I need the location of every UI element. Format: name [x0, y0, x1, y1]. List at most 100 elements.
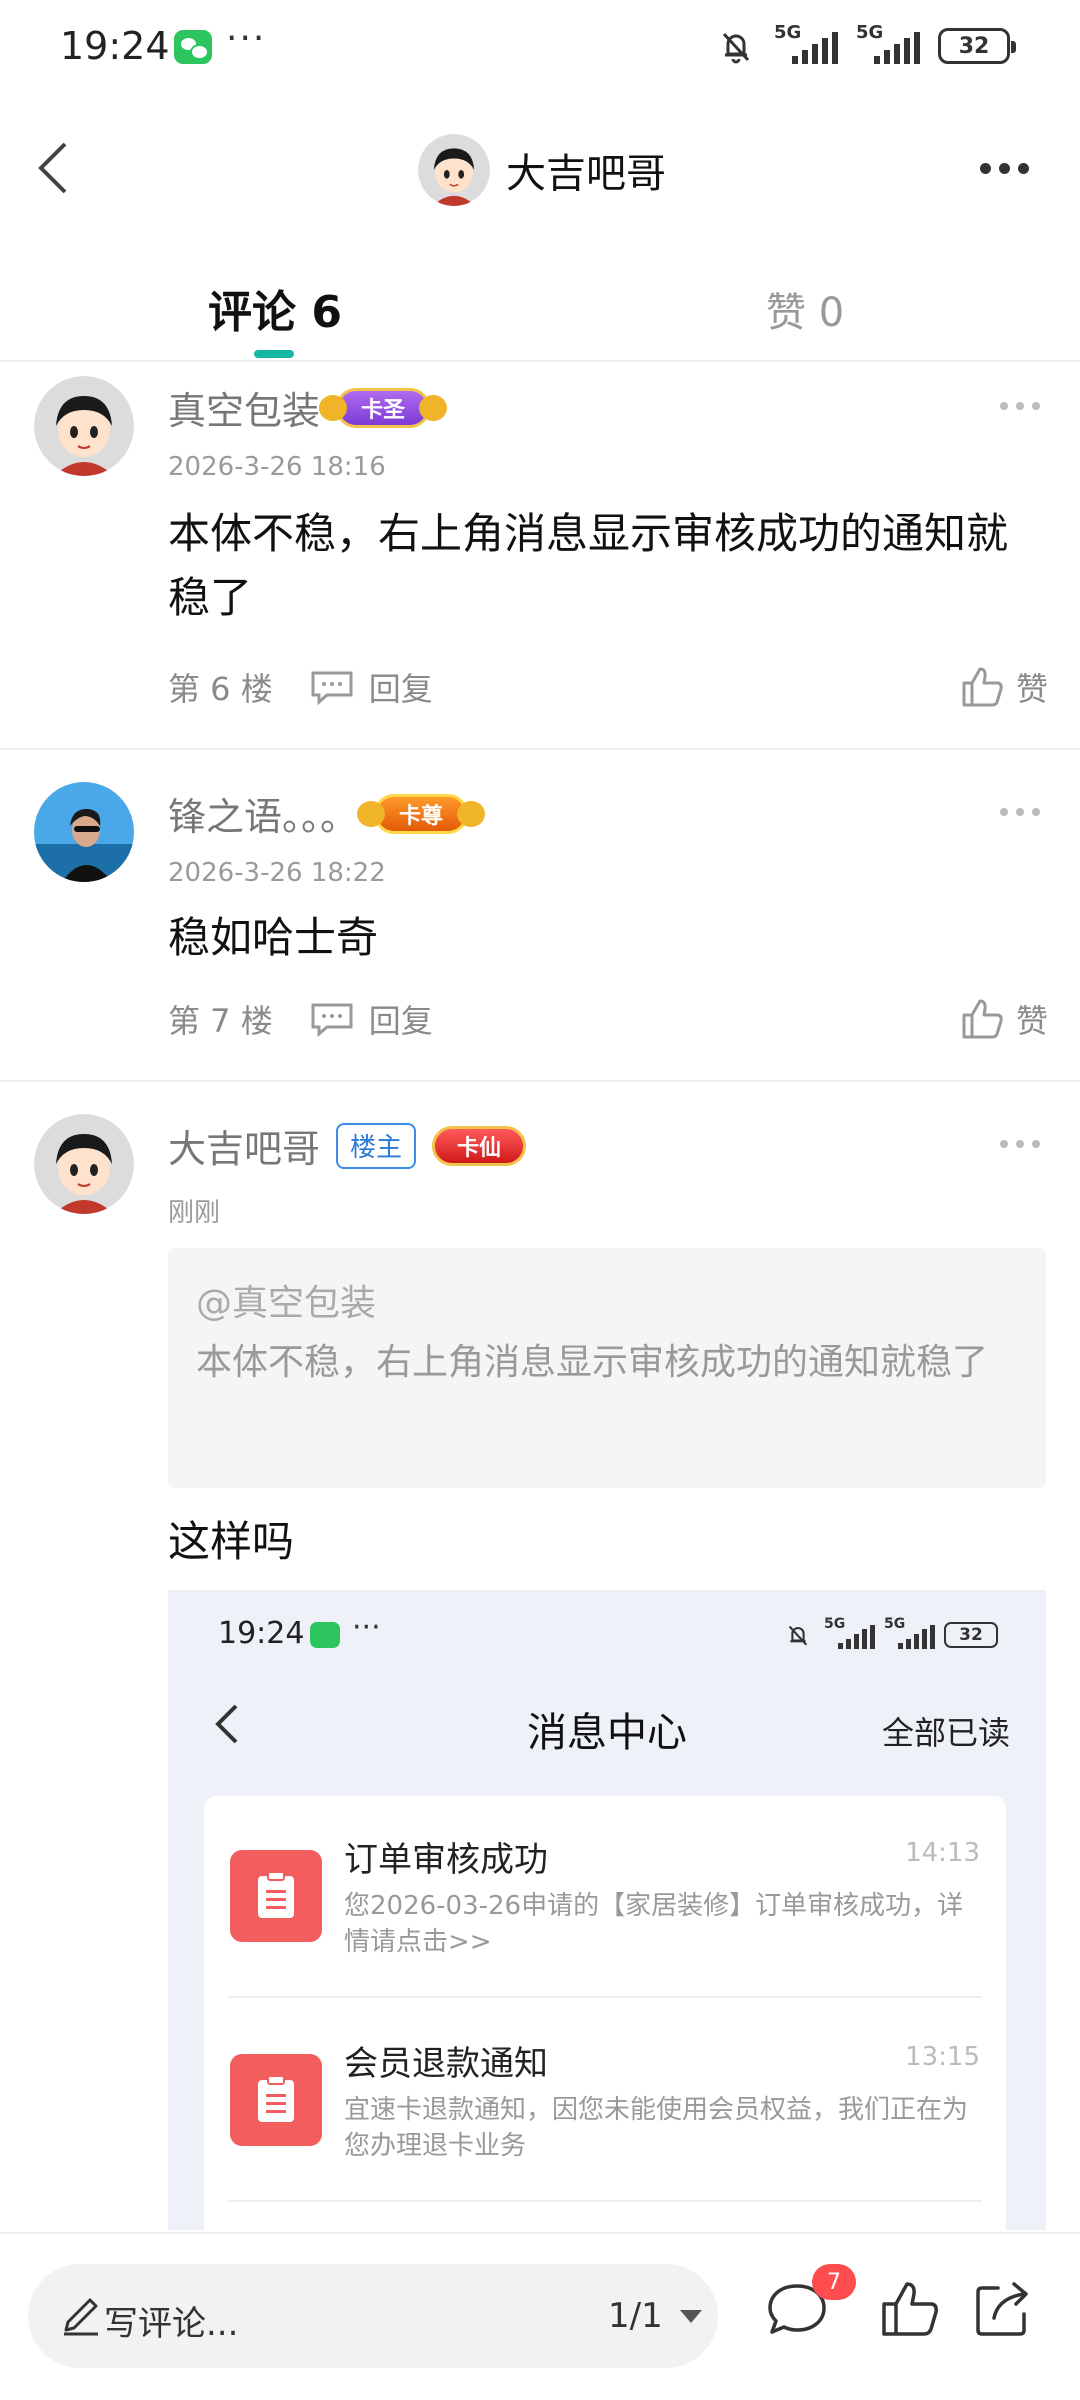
comment-more-button[interactable] — [1000, 1140, 1040, 1148]
tab-bar: 评论 6 赞 0 — [0, 250, 1080, 362]
battery-level: 32 — [959, 1625, 983, 1645]
avatar[interactable] — [34, 376, 134, 476]
message-body: 宜速卡退款通知，因您未能使用会员权益，我们正在为您办理退卡业务 — [344, 2095, 969, 2161]
divider — [228, 1996, 982, 1998]
reply-button[interactable]: 回复 — [309, 664, 433, 710]
like-button[interactable]: 赞 — [960, 996, 1048, 1042]
badge-label: 卡尊 — [399, 803, 444, 829]
tab-comments[interactable]: 评论 6 — [208, 276, 342, 340]
op-tag: 楼主 — [336, 1122, 417, 1169]
floor-number: 第 6 楼 — [168, 670, 273, 708]
like-button[interactable]: 赞 — [960, 664, 1048, 710]
avatar[interactable] — [34, 782, 134, 882]
attached-image[interactable]: 19:24 ··· 5G 5G 32 消息中心 全部已读 订单审核成功 14:1… — [168, 1590, 1046, 2230]
reply-label: 回复 — [368, 670, 433, 708]
comment-header: 真空包装 卡圣 — [168, 380, 448, 435]
divider — [0, 1080, 1080, 1082]
floor-number: 第 7 楼 — [168, 1002, 273, 1040]
mute-icon — [722, 32, 750, 64]
avatar[interactable] — [418, 134, 490, 206]
reply-label: 回复 — [368, 1002, 433, 1040]
message-time: 14:13 — [905, 1838, 980, 1868]
reply-button[interactable]: 回复 — [309, 996, 433, 1042]
quoted-user: @真空包装 — [196, 1283, 377, 1324]
comment-item: 大吉吧哥 楼主 卡仙 刚刚 — [0, 1108, 1080, 1238]
back-button[interactable] — [20, 136, 84, 200]
thumbs-up-icon — [962, 667, 1003, 707]
divider — [228, 2200, 982, 2202]
message-body: 您2026-03-26申请的【家居装修】订单审核成功，详情请点击>> — [344, 1891, 964, 1957]
status-indicators: 5G 5G 32 — [716, 22, 1016, 66]
badge-label: 卡仙 — [457, 1135, 502, 1161]
clipboard-icon — [230, 2054, 322, 2146]
status-time: 19:24 — [60, 24, 170, 68]
signal-icon-1: 5G — [824, 1616, 875, 1650]
more-options-button[interactable] — [972, 146, 1036, 190]
comment-footer: 第 6 楼 回复 赞 — [168, 662, 1048, 712]
comment-text: 稳如哈士奇 — [168, 913, 379, 962]
username[interactable]: 大吉吧哥 — [168, 1118, 320, 1173]
divider — [0, 748, 1080, 750]
thumbs-up-icon — [962, 999, 1003, 1039]
level-badge: 卡圣 — [319, 387, 448, 428]
message-item: 会员退款通知 13:15 宜速卡退款通知，因您未能使用会员权益，我们正在为您办理… — [204, 2000, 1006, 2202]
message-title: 会员退款通知 — [344, 2044, 548, 2084]
title-bar: 大吉吧哥 — [0, 110, 1080, 230]
comment-text: 这样吗 — [168, 1517, 295, 1566]
comment-header: 锋之语。。。 卡尊 — [168, 786, 486, 841]
signal-icon-2: 5G — [856, 22, 920, 66]
like-label: 赞 — [1015, 1002, 1048, 1040]
page-indicator[interactable]: 1/1 — [608, 2296, 663, 2336]
chevron-left-icon — [38, 142, 67, 194]
comment-count-badge: 7 — [812, 2264, 856, 2300]
comment-time: 2026-3-26 18:16 — [168, 452, 386, 482]
comment-item: 真空包装 卡圣 2026-3-26 18:16 本体不稳，右上角消息显示审核成功… — [0, 370, 1080, 750]
reply-icon — [311, 1003, 353, 1037]
message-item: 订单审核成功 14:13 您2026-03-26申请的【家居装修】订单审核成功，… — [204, 1796, 1006, 1998]
message-time: 13:15 — [905, 2042, 980, 2072]
wechat-icon — [174, 30, 212, 64]
comment-more-button[interactable] — [1000, 808, 1040, 816]
comment-text: 本体不稳，右上角消息显示审核成功的通知就稳了 — [168, 509, 1009, 622]
mute-icon — [788, 1625, 808, 1646]
level-badge: 卡仙 — [432, 1125, 527, 1166]
bottom-bar: 写评论... 1/1 7 — [0, 2232, 1080, 2400]
thread-author[interactable]: 大吉吧哥 — [418, 134, 666, 206]
badge-label: 卡圣 — [361, 397, 406, 423]
thumbs-up-icon[interactable] — [874, 2274, 944, 2344]
comment-time: 2026-3-26 18:22 — [168, 858, 386, 888]
page-title: 大吉吧哥 — [506, 151, 666, 197]
comment-time: 刚刚 — [168, 1198, 221, 1228]
status-bar: 19:24 ··· 5G 5G 32 — [0, 0, 1080, 96]
like-label: 赞 — [1015, 670, 1048, 708]
share-icon[interactable] — [968, 2274, 1038, 2344]
reply-icon — [311, 671, 353, 705]
avatar[interactable] — [34, 1114, 134, 1214]
quoted-comment[interactable]: @真空包装 本体不稳，右上角消息显示审核成功的通知就稳了 — [168, 1248, 1046, 1488]
more-notifications-icon: ··· — [226, 18, 267, 59]
battery-level: 32 — [958, 33, 990, 59]
signal-icon-2: 5G — [884, 1616, 935, 1650]
embedded-status-time: 19:24 — [218, 1616, 305, 1651]
battery-icon: 32 — [944, 1622, 998, 1648]
embedded-status-bar: 19:24 ··· 5G 5G 32 — [218, 1610, 998, 1660]
caret-down-icon[interactable] — [680, 2310, 702, 2323]
active-tab-indicator — [254, 350, 294, 358]
tab-likes[interactable]: 赞 0 — [766, 280, 844, 338]
comment-placeholder: 写评论... — [104, 2304, 239, 2344]
comment-more-button[interactable] — [1000, 402, 1040, 410]
username[interactable]: 真空包装 — [168, 380, 320, 435]
clipboard-icon — [230, 1850, 322, 1942]
wechat-icon — [310, 1622, 340, 1648]
embedded-nav-bar: 消息中心 全部已读 — [168, 1680, 1046, 1770]
level-badge: 卡尊 — [357, 793, 486, 834]
comment-footer: 第 7 楼 回复 赞 — [168, 994, 1048, 1044]
embedded-read-all: 全部已读 — [881, 1714, 1010, 1752]
embedded-message-list: 订单审核成功 14:13 您2026-03-26申请的【家居装修】订单审核成功，… — [204, 1796, 1006, 2230]
more-notifications-icon: ··· — [352, 1610, 381, 1645]
username[interactable]: 锋之语。。。 — [168, 786, 358, 841]
comment-item: 锋之语。。。 卡尊 2026-3-26 18:22 稳如哈士奇 第 7 楼 回复… — [0, 776, 1080, 1076]
comment-input[interactable]: 写评论... 1/1 — [28, 2264, 718, 2368]
pencil-icon — [64, 2298, 98, 2336]
quoted-text: 本体不稳，右上角消息显示审核成功的通知就稳了 — [196, 1342, 989, 1383]
